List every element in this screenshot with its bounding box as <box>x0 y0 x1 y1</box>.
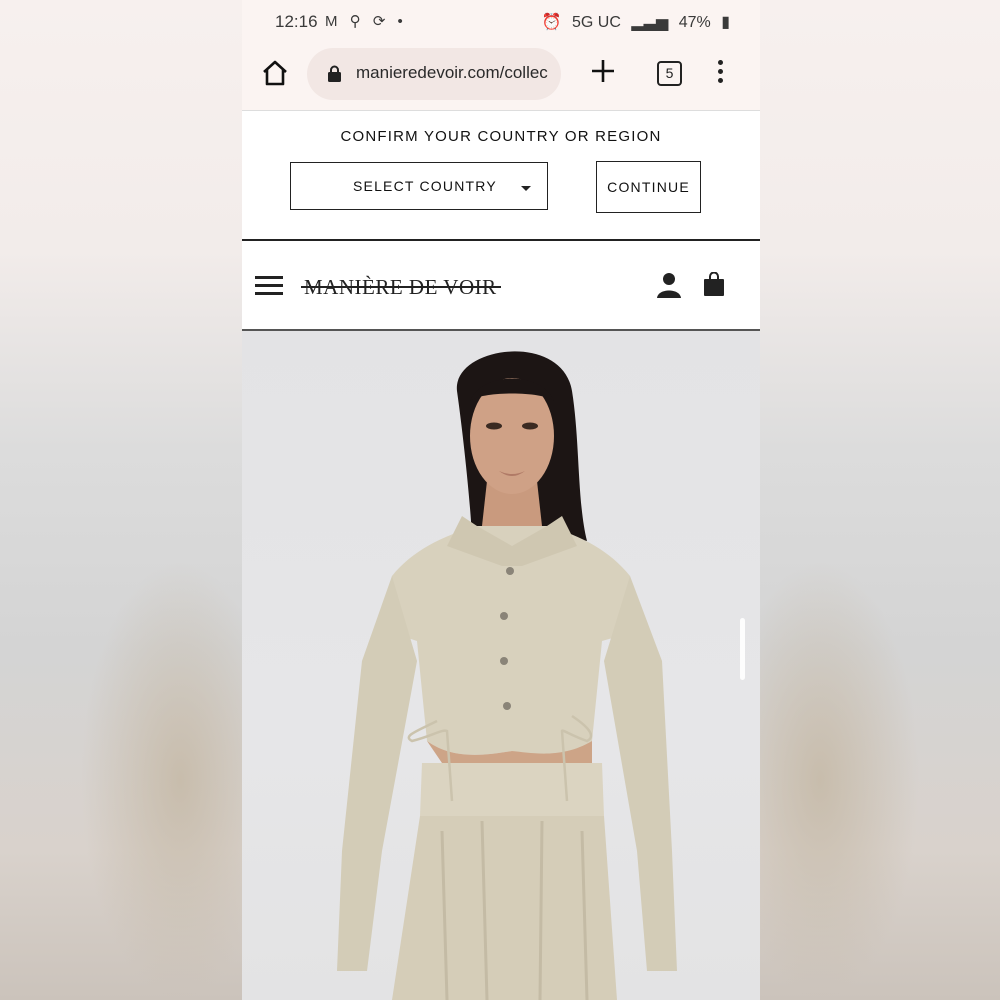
country-select-label: SELECT COUNTRY <box>353 178 497 194</box>
status-time: 12:16 <box>275 12 318 31</box>
site-logo[interactable]: MANIÈRE DE VOIR <box>301 275 501 300</box>
notification-icons: M ⚲ ⟳ • <box>325 13 407 30</box>
address-bar[interactable]: manieredevoir.com/collec <box>307 48 561 100</box>
hamburger-icon[interactable] <box>255 276 283 296</box>
url-text: manieredevoir.com/collec <box>356 63 548 82</box>
site-header: MANIÈRE DE VOIR <box>242 241 760 331</box>
browser-toolbar: manieredevoir.com/collec 5 <box>242 44 760 111</box>
status-bar: 12:16 M ⚲ ⟳ • ⏰ 5G UC ▂▃▅ 47% ▮ <box>242 0 760 44</box>
battery-icon: ▮ <box>721 14 730 31</box>
product-image[interactable] <box>242 331 760 1000</box>
scrollbar[interactable] <box>740 618 745 680</box>
right-sleeve <box>604 576 677 971</box>
phone-screen: 12:16 M ⚲ ⟳ • ⏰ 5G UC ▂▃▅ 47% ▮ maniered… <box>242 0 760 1000</box>
chevron-down-icon <box>521 186 531 191</box>
alarm-icon: ⏰ <box>541 14 562 31</box>
network-label: 5G UC <box>571 14 621 31</box>
home-icon[interactable] <box>260 58 290 88</box>
status-right: ⏰ 5G UC ▂▃▅ 47% ▮ <box>536 12 730 32</box>
country-banner: CONFIRM YOUR COUNTRY OR REGION SELECT CO… <box>242 111 760 241</box>
left-sleeve <box>337 576 417 971</box>
lock-icon <box>328 65 341 82</box>
continue-button[interactable]: CONTINUE <box>596 161 701 213</box>
account-icon[interactable] <box>656 272 682 298</box>
blurred-background-left <box>0 0 280 1000</box>
shopping-bag-icon[interactable] <box>703 272 725 296</box>
logo-strike-line <box>301 286 501 288</box>
country-select[interactable]: SELECT COUNTRY <box>290 162 548 210</box>
battery-label: 47% <box>678 14 711 31</box>
signal-icon: ▂▃▅ <box>631 14 669 31</box>
tabs-icon[interactable]: 5 <box>657 61 682 86</box>
model-photo <box>337 351 677 1000</box>
plus-icon[interactable] <box>590 58 616 89</box>
country-banner-title: CONFIRM YOUR COUNTRY OR REGION <box>340 128 662 145</box>
overflow-menu-icon[interactable] <box>716 60 724 86</box>
blurred-background-right <box>720 0 1000 1000</box>
